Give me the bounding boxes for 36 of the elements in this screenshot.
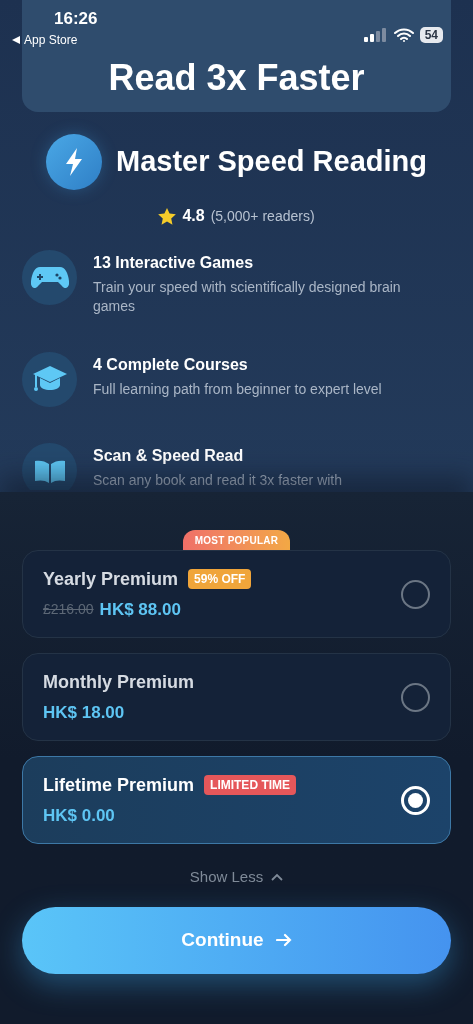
- plan-name: Monthly Premium: [43, 670, 194, 694]
- wifi-icon: [393, 27, 414, 42]
- book-icon: [32, 458, 67, 483]
- plan-price: HK$ 0.00: [43, 804, 115, 827]
- chevron-up-icon: [271, 873, 284, 882]
- back-to-app-store-link[interactable]: App Store: [12, 31, 78, 49]
- plan-price: HK$ 88.00: [99, 598, 181, 621]
- star-icon: [158, 207, 177, 225]
- radio-button[interactable]: [401, 579, 430, 609]
- arrow-right-icon: [275, 933, 292, 947]
- app-title: Master Speed Reading: [116, 144, 427, 180]
- plan-card[interactable]: Yearly Premium 59% OFF £216.00 HK$ 88.00: [22, 550, 451, 638]
- rating-score: 4.8: [182, 206, 205, 226]
- signal-icon: [363, 27, 388, 42]
- back-triangle-icon: [12, 36, 20, 44]
- plan-card[interactable]: Monthly Premium HK$ 18.00: [22, 653, 451, 741]
- status-time: 16:26: [54, 10, 98, 27]
- plan-card[interactable]: Lifetime Premium LIMITED TIME HK$ 0.00: [22, 756, 451, 844]
- feature-title: 4 Complete Courses: [93, 355, 249, 375]
- plan-price: HK$ 18.00: [43, 701, 125, 724]
- lightning-icon: [64, 148, 84, 176]
- plan-name: Yearly Premium: [43, 567, 179, 591]
- feature-description: Full learning path from beginner to expert level: [93, 380, 383, 399]
- hero-heading: Read 3x Faster: [108, 56, 365, 100]
- most-popular-ribbon: MOST POPULAR: [182, 530, 291, 550]
- discount-tag: 59% OFF: [188, 569, 252, 590]
- feature-title: Scan & Speed Read: [93, 446, 245, 466]
- feature-description: Train your speed with scientifically designed brain games: [93, 278, 402, 316]
- feature-title: 13 Interactive Games: [93, 253, 255, 273]
- reader-count: (5,000+ readers): [210, 206, 315, 226]
- show-less-toggle[interactable]: Show Less: [189, 866, 284, 889]
- old-price: £216.00: [43, 600, 94, 619]
- plan-name: Lifetime Premium: [43, 773, 195, 797]
- radio-button[interactable]: [401, 682, 430, 712]
- discount-tag: LIMITED TIME: [204, 775, 297, 796]
- feature-description: Scan any book and read it 3x faster with: [93, 471, 344, 490]
